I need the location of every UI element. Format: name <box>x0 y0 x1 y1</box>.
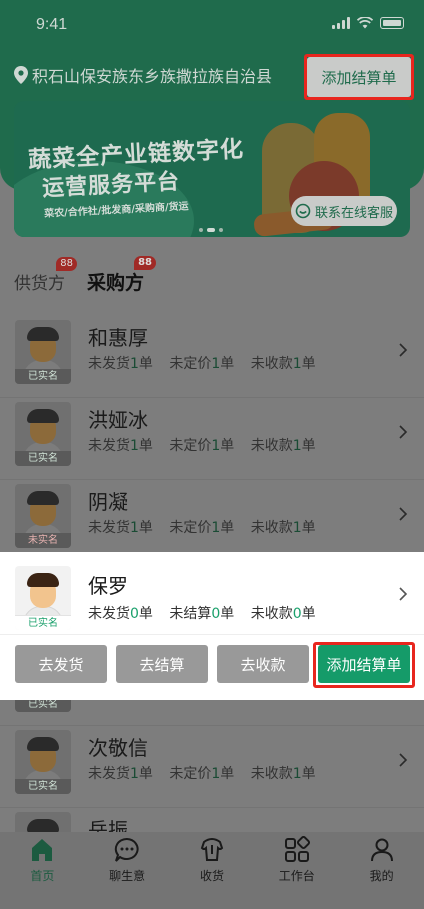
list-item[interactable]: 已实名 洪娅冰 未发货1单 未定价1单 未收款1单 <box>0 398 424 480</box>
receive-icon <box>200 838 224 861</box>
tab-label: 供货方 <box>14 274 65 294</box>
avatar: 未实名 <box>15 484 71 548</box>
avatar: 已实名 <box>15 402 71 466</box>
settle-button[interactable]: 去结算 <box>116 645 208 683</box>
order-stats: 未发货1单 未定价1单 未收款1单 <box>88 438 316 454</box>
customer-service-label: 联系在线客服 <box>314 205 393 221</box>
chevron-right-icon <box>399 343 408 357</box>
add-settlement-button[interactable]: 添加结算单 <box>318 645 410 683</box>
location-label: 积石山保安族东乡族撒拉族自治县 <box>32 67 273 86</box>
chevron-right-icon <box>399 507 408 521</box>
order-stats: 未发货1单 未定价1单 未收款1单 <box>88 520 316 536</box>
verify-badge: 已实名 <box>15 615 71 630</box>
status-icons <box>332 17 404 29</box>
nav-label: 聊生意 <box>109 869 146 883</box>
avatar: 已实名 <box>15 730 71 794</box>
divider <box>0 634 424 635</box>
nav-workbench[interactable]: 工作台 <box>262 836 332 909</box>
collect-payment-button[interactable]: 去收款 <box>217 645 309 683</box>
battery-icon <box>380 17 404 29</box>
workbench-icon <box>284 836 310 862</box>
list-item[interactable]: 已实名 和惠厚 未发货1单 未定价1单 未收款1单 <box>0 316 424 398</box>
tab-label: 采购方 <box>87 272 145 294</box>
nav-label: 收货 <box>199 869 224 883</box>
nav-receive[interactable]: 收货 <box>177 836 247 909</box>
banner-pagination <box>199 228 223 232</box>
profile-icon <box>370 838 393 862</box>
wifi-icon <box>357 17 373 29</box>
ship-button[interactable]: 去发货 <box>15 645 107 683</box>
location-pin-icon <box>14 66 28 84</box>
list-item[interactable]: 未实名 阴凝 未发货1单 未定价1单 未收款1单 <box>0 480 424 562</box>
verify-badge: 已实名 <box>15 779 71 794</box>
verify-badge: 未实名 <box>15 533 71 548</box>
party-tabs: 供货方 88 采购方 88 <box>14 256 157 295</box>
nav-profile[interactable]: 我的 <box>347 836 417 909</box>
nav-label: 工作台 <box>278 869 315 883</box>
headset-icon <box>295 203 311 219</box>
add-settlement-button-top[interactable]: 添加结算单 <box>307 57 411 97</box>
contact-name: 和惠厚 <box>88 326 148 350</box>
chat-icon <box>115 837 139 862</box>
contact-name: 洪娅冰 <box>88 408 148 432</box>
nav-label: 首页 <box>30 869 55 883</box>
signal-icon <box>332 17 350 29</box>
tab-buyer[interactable]: 采购方 88 <box>87 256 157 295</box>
list-item[interactable]: 已实名 次敬信 未发货1单 未定价1单 未收款1单 <box>0 726 424 808</box>
nav-home[interactable]: 首页 <box>7 836 77 909</box>
order-stats: 未发货0单 未结算0单 未收款0单 <box>88 606 316 622</box>
tab-badge: 88 <box>56 257 77 271</box>
avatar: 已实名 <box>15 566 71 630</box>
order-stats: 未发货1单 未定价1单 未收款1单 <box>88 766 316 782</box>
status-bar: 9:41 <box>0 0 424 50</box>
tab-supplier[interactable]: 供货方 88 <box>14 257 77 294</box>
verify-badge: 已实名 <box>15 451 71 466</box>
contact-name: 次敬信 <box>88 736 148 760</box>
nav-label: 我的 <box>369 869 394 883</box>
customer-service-button[interactable]: 联系在线客服 <box>291 196 397 226</box>
contact-name: 保罗 <box>88 574 128 598</box>
nav-chat[interactable]: 聊生意 <box>92 836 162 909</box>
status-time: 9:41 <box>36 16 68 33</box>
avatar: 已实名 <box>15 320 71 384</box>
order-stats: 未发货1单 未定价1单 未收款1单 <box>88 356 316 372</box>
chevron-right-icon <box>399 753 408 767</box>
highlighted-contact-card[interactable]: 已实名 保罗 未发货0单 未结算0单 未收款0单 去发货 去结算 去收款 添加结… <box>0 552 424 700</box>
location-selector[interactable]: 积石山保安族东乡族撒拉族自治县 <box>14 63 272 87</box>
bottom-nav: 首页 聊生意 收货 工作台 我的 <box>0 832 424 909</box>
chevron-right-icon[interactable] <box>398 586 408 602</box>
home-icon <box>32 839 53 861</box>
contact-name: 阴凝 <box>88 490 128 514</box>
chevron-right-icon <box>399 425 408 439</box>
tab-badge: 88 <box>134 256 157 270</box>
verify-badge: 已实名 <box>15 369 71 384</box>
